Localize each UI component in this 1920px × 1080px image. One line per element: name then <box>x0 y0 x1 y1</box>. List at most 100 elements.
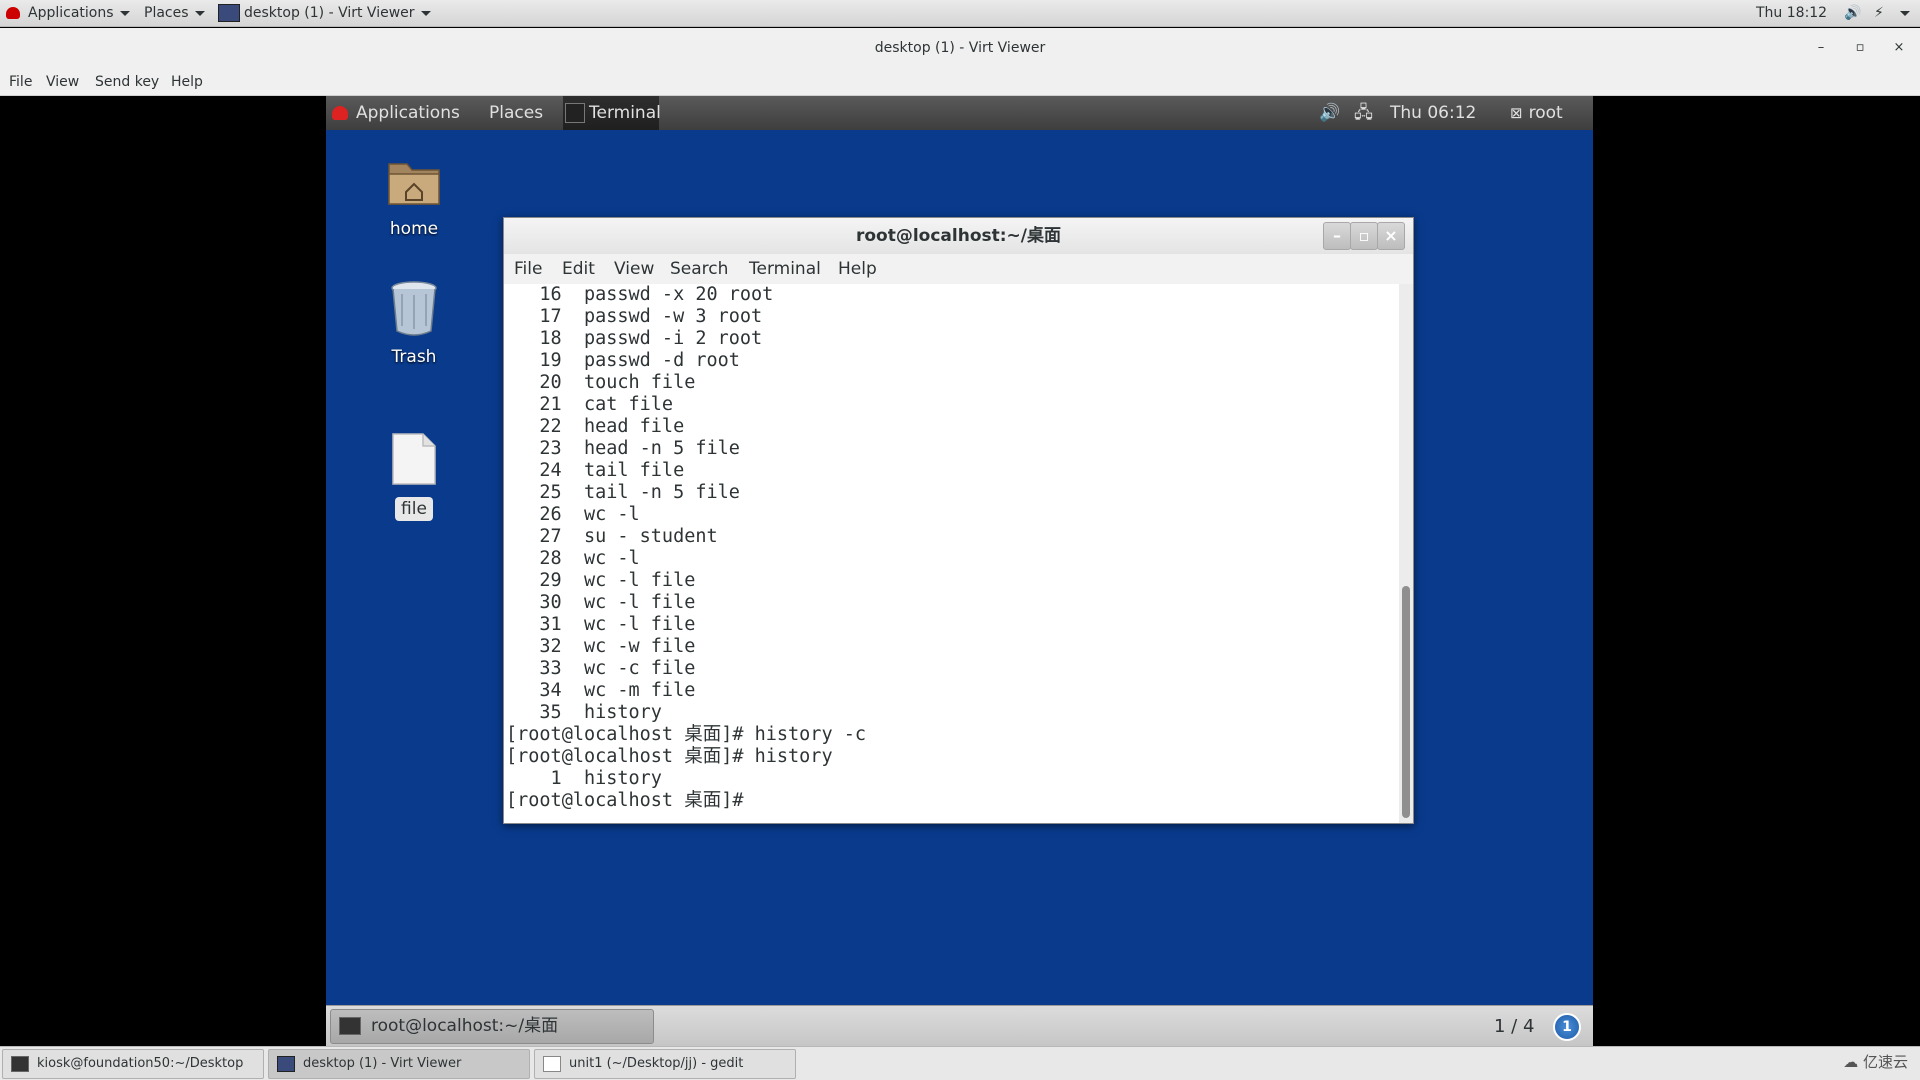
host-applications-label: Applications <box>28 5 114 21</box>
redhat-logo-icon <box>6 7 20 19</box>
battery-icon[interactable]: ⚡ <box>1874 0 1884 27</box>
viewer-menu-help[interactable]: Help <box>171 68 203 96</box>
terminal-line: 21 cat file <box>506 394 674 415</box>
viewer-menubar: File View Send key Help <box>0 68 1920 96</box>
terminal-line: 17 passwd -w 3 root <box>506 306 763 327</box>
watermark-label: 亿速云 <box>1862 1053 1908 1071</box>
terminal-menu-search[interactable]: Search <box>670 254 728 284</box>
maximize-button[interactable]: ▫ <box>1350 222 1378 250</box>
terminal-line: 18 passwd -i 2 root <box>506 328 763 349</box>
viewer-menu-file[interactable]: File <box>9 68 32 96</box>
desktop-icon-trash-label: Trash <box>391 347 437 367</box>
host-places-label: Places <box>144 5 189 21</box>
guest-terminal-label: Terminal <box>589 103 661 123</box>
desktop-icon-home[interactable]: home <box>359 154 469 239</box>
guest-bottom-panel: root@localhost:~/桌面 1 / 4 1 <box>326 1005 1593 1046</box>
guest-places-label: Places <box>489 103 544 123</box>
terminal-line: [root@localhost 桌面]# history <box>506 746 833 767</box>
terminal-title: root@localhost:~/桌面 <box>855 226 1062 246</box>
guest-places-menu[interactable]: Places <box>489 96 543 130</box>
vm-display[interactable]: Applications Places Terminal 🔊 🖧 Thu 06:… <box>326 96 1593 1046</box>
terminal-line: 23 head -n 5 file <box>506 438 740 459</box>
volume-icon[interactable]: 🔊 <box>1319 96 1340 130</box>
notification-badge[interactable]: 1 <box>1553 1013 1581 1041</box>
terminal-output[interactable]: 16 passwd -x 20 root 17 passwd -w 3 root… <box>504 284 1399 823</box>
host-taskbar: kiosk@foundation50:~/Desktop desktop (1)… <box>0 1046 1920 1080</box>
viewer-title: desktop (1) - Virt Viewer <box>874 40 1046 56</box>
chevron-down-icon <box>194 10 205 16</box>
terminal-icon <box>565 103 585 123</box>
network-icon[interactable]: 🖧 <box>1354 96 1373 130</box>
guest-applications-menu[interactable]: Applications <box>332 96 460 130</box>
host-top-panel: Applications Places desktop (1) - Virt V… <box>0 0 1920 27</box>
terminal-menu-terminal[interactable]: Terminal <box>749 254 821 284</box>
terminal-window[interactable]: root@localhost:~/桌面 – ▫ × File Edit View… <box>503 217 1414 824</box>
minimize-button[interactable]: – <box>1323 222 1351 250</box>
host-task-gedit[interactable]: unit1 (~/Desktop/jj) - gedit <box>534 1049 796 1079</box>
terminal-icon <box>339 1017 361 1035</box>
guest-task-terminal[interactable]: root@localhost:~/桌面 <box>330 1009 654 1044</box>
watermark-logo: ☁ 亿速云 <box>1843 1051 1908 1072</box>
host-task-terminal[interactable]: kiosk@foundation50:~/Desktop <box>2 1049 264 1079</box>
chevron-down-icon <box>119 10 130 16</box>
terminal-line: 19 passwd -d root <box>506 350 740 371</box>
desktop-icon-home-label: home <box>389 219 439 239</box>
guest-user-label: root <box>1528 103 1563 123</box>
viewer-menu-send-key[interactable]: Send key <box>95 68 159 96</box>
terminal-scrollbar[interactable] <box>1399 284 1413 823</box>
minimize-button[interactable]: – <box>1806 28 1836 68</box>
terminal-line: 24 tail file <box>506 460 685 481</box>
terminal-line: 28 wc -l <box>506 548 640 569</box>
host-task-label: kiosk@foundation50:~/Desktop <box>37 1056 244 1071</box>
guest-user-menu[interactable]: ⊠ root <box>1510 96 1563 130</box>
host-clock-label: Thu 18:12 <box>1756 5 1828 21</box>
host-applications-menu[interactable]: Applications <box>6 0 130 27</box>
chevron-down-icon <box>420 10 431 16</box>
terminal-line: 25 tail -n 5 file <box>506 482 740 503</box>
terminal-icon <box>11 1055 29 1072</box>
terminal-menu-view[interactable]: View <box>614 254 654 284</box>
chevron-down-icon[interactable] <box>1900 0 1910 27</box>
terminal-line: 22 head file <box>506 416 685 437</box>
terminal-line: 26 wc -l <box>506 504 640 525</box>
terminal-line: 35 history <box>506 702 662 723</box>
terminal-line: 27 su - student <box>506 526 718 547</box>
terminal-line: 29 wc -l file <box>506 570 696 591</box>
terminal-line: 20 touch file <box>506 372 696 393</box>
volume-icon[interactable]: 🔊 <box>1844 0 1861 27</box>
desktop-icon-file[interactable]: file <box>359 432 469 521</box>
host-clock[interactable]: Thu 18:12 <box>1756 0 1827 27</box>
text-editor-icon <box>543 1055 561 1072</box>
viewer-titlebar[interactable]: desktop (1) - Virt Viewer – ▫ × <box>0 28 1920 68</box>
maximize-button[interactable]: ▫ <box>1845 28 1875 68</box>
host-task-virt-viewer[interactable]: desktop (1) - Virt Viewer <box>268 1049 530 1079</box>
close-button[interactable]: × <box>1884 28 1914 68</box>
terminal-menu-edit[interactable]: Edit <box>562 254 595 284</box>
workspace-indicator[interactable]: 1 / 4 <box>1494 1006 1534 1046</box>
redhat-logo-icon <box>332 106 348 120</box>
terminal-menu-help[interactable]: Help <box>838 254 877 284</box>
terminal-line: 31 wc -l file <box>506 614 696 635</box>
terminal-prompt-line: [root@localhost 桌面]# <box>506 790 744 811</box>
host-active-window-menu[interactable]: desktop (1) - Virt Viewer <box>218 0 431 27</box>
guest-clock[interactable]: Thu 06:12 <box>1390 96 1476 130</box>
cloud-icon: ☁ <box>1843 1053 1863 1071</box>
terminal-line: 33 wc -c file <box>506 658 696 679</box>
monitor-icon <box>218 4 240 22</box>
terminal-menu-file[interactable]: File <box>514 254 542 284</box>
desktop-icon-trash[interactable]: Trash <box>359 280 469 367</box>
guest-task-label: root@localhost:~/桌面 <box>371 1016 559 1036</box>
terminal-line: 30 wc -l file <box>506 592 696 613</box>
home-folder-icon <box>388 163 440 205</box>
terminal-menubar: File Edit View Search Terminal Help <box>504 254 1413 284</box>
terminal-line: 1 history <box>506 768 662 789</box>
guest-terminal-menu[interactable]: Terminal <box>563 96 661 130</box>
host-places-menu[interactable]: Places <box>144 0 205 27</box>
scrollbar-thumb[interactable] <box>1402 586 1410 818</box>
guest-top-panel: Applications Places Terminal 🔊 🖧 Thu 06:… <box>326 96 1593 130</box>
host-active-window-label: desktop (1) - Virt Viewer <box>244 5 415 21</box>
terminal-titlebar[interactable]: root@localhost:~/桌面 – ▫ × <box>504 218 1413 254</box>
close-button[interactable]: × <box>1377 222 1405 250</box>
viewer-menu-view[interactable]: View <box>46 68 79 96</box>
monitor-icon <box>277 1055 295 1072</box>
